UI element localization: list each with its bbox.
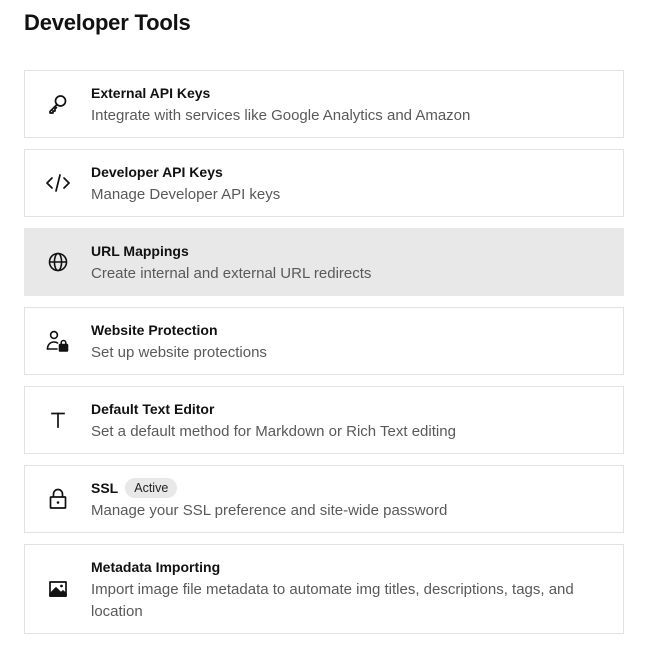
item-description: Import image file metadata to automate i…: [91, 580, 574, 620]
image-icon: [25, 580, 91, 598]
item-description: Set up website protections: [91, 343, 267, 361]
item-text: External API Keys Integrate with service…: [91, 82, 623, 127]
item-title: Default Text Editor: [91, 400, 215, 417]
item-text: Default Text Editor Set a default method…: [91, 398, 623, 443]
item-developer-api-keys[interactable]: Developer API Keys Manage Developer API …: [24, 149, 624, 217]
code-icon: [25, 172, 91, 194]
item-description: Manage your SSL preference and site-wide…: [91, 501, 448, 519]
item-title: Developer API Keys: [91, 163, 223, 180]
item-url-mappings[interactable]: URL Mappings Create internal and externa…: [24, 228, 624, 296]
item-metadata-importing[interactable]: Metadata Importing Import image file met…: [24, 544, 624, 634]
item-text: SSL Active Manage your SSL preference an…: [91, 477, 623, 522]
status-badge: Active: [125, 477, 178, 498]
item-title: Website Protection: [91, 321, 218, 338]
item-website-protection[interactable]: Website Protection Set up website protec…: [24, 307, 624, 375]
item-title: URL Mappings: [91, 242, 189, 259]
item-text: URL Mappings Create internal and externa…: [91, 240, 623, 285]
item-text: Developer API Keys Manage Developer API …: [91, 161, 623, 206]
page-title: Developer Tools: [24, 10, 191, 35]
item-description: Set a default method for Markdown or Ric…: [91, 422, 456, 440]
globe-icon: [25, 251, 91, 273]
item-title: SSL: [91, 479, 119, 496]
lock-icon: [25, 488, 91, 510]
key-icon: [25, 92, 91, 116]
item-external-api-keys[interactable]: External API Keys Integrate with service…: [24, 70, 624, 138]
item-text: Metadata Importing Import image file met…: [91, 556, 623, 623]
item-title: External API Keys: [91, 84, 211, 101]
item-text: Website Protection Set up website protec…: [91, 319, 623, 364]
user-lock-icon: [25, 328, 91, 354]
item-ssl[interactable]: SSL Active Manage your SSL preference an…: [24, 465, 624, 533]
item-description: Manage Developer API keys: [91, 185, 281, 203]
item-default-text-editor[interactable]: Default Text Editor Set a default method…: [24, 386, 624, 454]
developer-tools-list: External API Keys Integrate with service…: [24, 70, 624, 645]
item-description: Create internal and external URL redirec…: [91, 264, 372, 282]
item-title: Metadata Importing: [91, 558, 221, 575]
text-icon: [25, 410, 91, 430]
item-description: Integrate with services like Google Anal…: [91, 106, 471, 124]
